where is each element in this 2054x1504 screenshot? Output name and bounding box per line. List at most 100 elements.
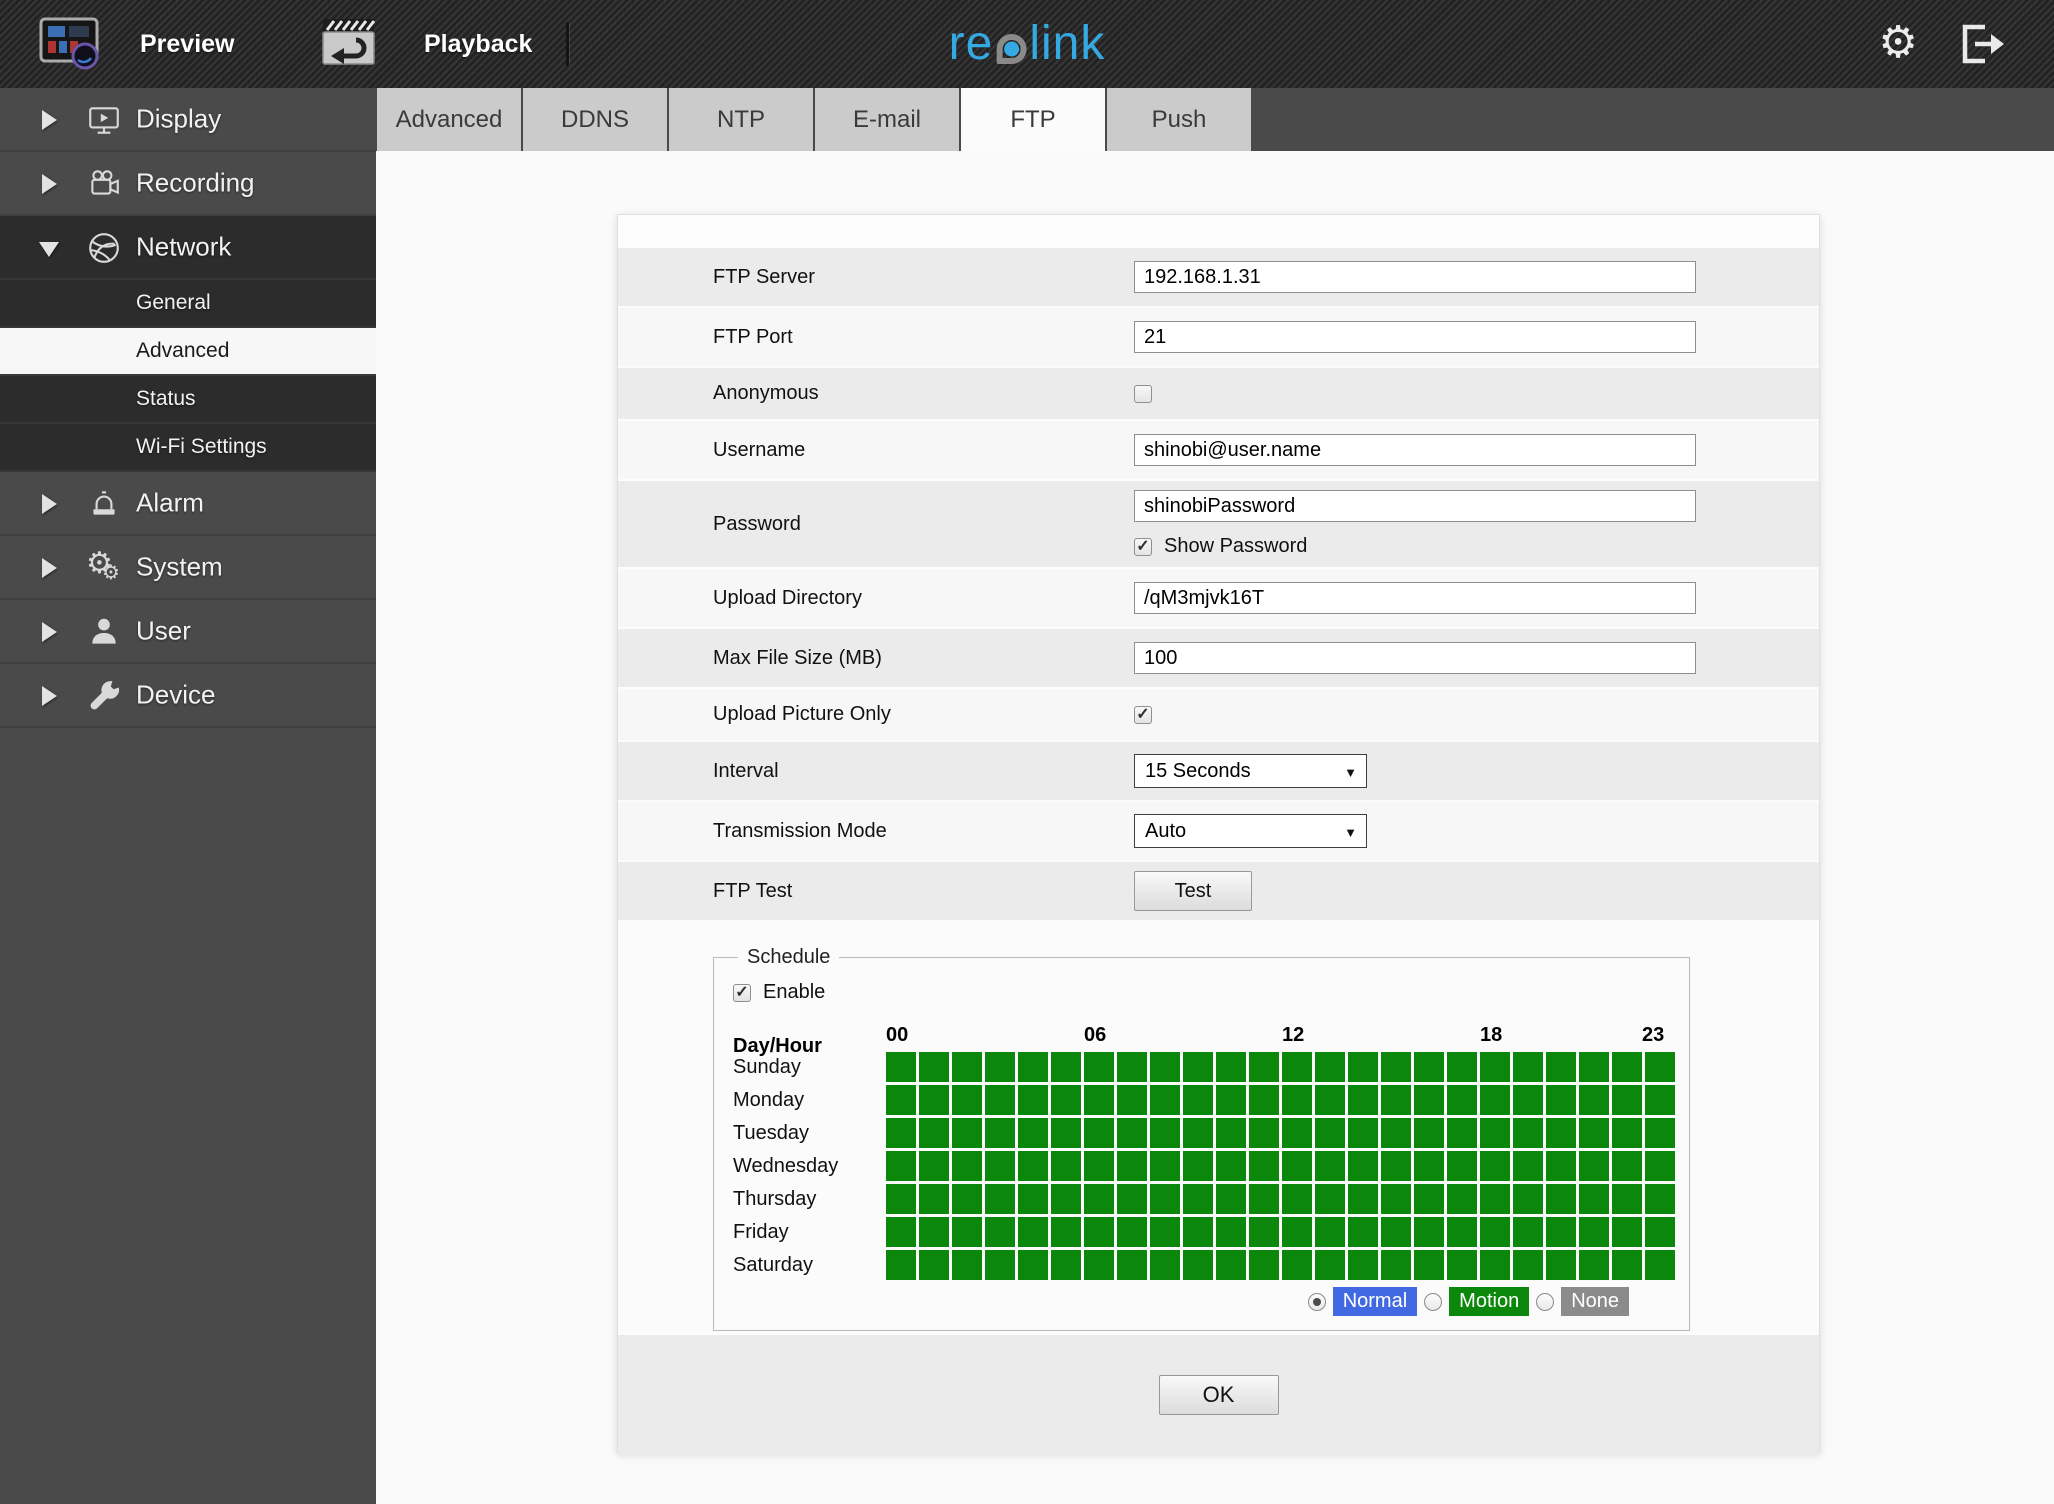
schedule-cell[interactable] [1513,1052,1543,1082]
schedule-cell[interactable] [919,1217,949,1247]
schedule-cell[interactable] [1513,1184,1543,1214]
schedule-cell[interactable] [1051,1118,1081,1148]
schedule-cell[interactable] [1117,1250,1147,1280]
schedule-cell[interactable] [1645,1085,1675,1115]
sidebar-item-system[interactable]: ⚙ ⚙ System [0,536,376,600]
schedule-cell[interactable] [1051,1085,1081,1115]
schedule-cell[interactable] [1579,1151,1609,1181]
schedule-cell[interactable] [1645,1217,1675,1247]
password-input[interactable] [1134,490,1696,522]
schedule-cell[interactable] [1216,1052,1246,1082]
schedule-cell[interactable] [1414,1085,1444,1115]
schedule-cell[interactable] [1348,1085,1378,1115]
schedule-cell[interactable] [1018,1085,1048,1115]
schedule-cell[interactable] [1414,1151,1444,1181]
schedule-cell[interactable] [1480,1151,1510,1181]
schedule-cell[interactable] [1414,1052,1444,1082]
schedule-cell[interactable] [1480,1085,1510,1115]
sidebar-subitem-advanced[interactable]: Advanced [0,328,376,376]
schedule-cell[interactable] [985,1052,1015,1082]
schedule-cell[interactable] [1249,1184,1279,1214]
schedule-cell[interactable] [1579,1250,1609,1280]
schedule-cell[interactable] [1414,1184,1444,1214]
schedule-cell[interactable] [1579,1184,1609,1214]
schedule-cell[interactable] [1513,1250,1543,1280]
tab-push[interactable]: Push [1107,88,1251,151]
schedule-cell[interactable] [1117,1217,1147,1247]
schedule-cell[interactable] [1480,1184,1510,1214]
schedule-cell[interactable] [1546,1184,1576,1214]
schedule-cell[interactable] [1612,1118,1642,1148]
schedule-cell[interactable] [1612,1184,1642,1214]
schedule-cell[interactable] [952,1217,982,1247]
sidebar-item-network[interactable]: Network [0,216,376,280]
schedule-cell[interactable] [1546,1118,1576,1148]
schedule-cell[interactable] [1348,1052,1378,1082]
schedule-cell[interactable] [1645,1052,1675,1082]
sidebar-subitem-wifi-settings[interactable]: Wi-Fi Settings [0,424,376,472]
schedule-cell[interactable] [1513,1151,1543,1181]
schedule-cell[interactable] [952,1184,982,1214]
schedule-cell[interactable] [1249,1217,1279,1247]
schedule-cell[interactable] [952,1052,982,1082]
schedule-cell[interactable] [886,1250,916,1280]
schedule-cell[interactable] [1645,1151,1675,1181]
schedule-cell[interactable] [1018,1118,1048,1148]
schedule-cell[interactable] [1579,1085,1609,1115]
schedule-cell[interactable] [1546,1250,1576,1280]
tab-ddns[interactable]: DDNS [523,88,667,151]
schedule-cell[interactable] [1579,1217,1609,1247]
schedule-cell[interactable] [1249,1052,1279,1082]
schedule-cell[interactable] [1381,1151,1411,1181]
schedule-cell[interactable] [1117,1052,1147,1082]
schedule-cell[interactable] [1579,1052,1609,1082]
logout-icon[interactable] [1958,22,2006,71]
schedule-cell[interactable] [1579,1118,1609,1148]
schedule-cell[interactable] [1084,1250,1114,1280]
schedule-cell[interactable] [1414,1217,1444,1247]
none-mode-chip[interactable]: None [1561,1287,1629,1316]
schedule-cell[interactable] [1150,1250,1180,1280]
schedule-cell[interactable] [1282,1217,1312,1247]
schedule-cell[interactable] [1249,1118,1279,1148]
schedule-cell[interactable] [1348,1118,1378,1148]
schedule-cell[interactable] [1150,1184,1180,1214]
schedule-cell[interactable] [1051,1217,1081,1247]
schedule-cell[interactable] [1381,1085,1411,1115]
schedule-cell[interactable] [1216,1217,1246,1247]
max-file-size-input[interactable] [1134,642,1696,674]
schedule-cell[interactable] [1315,1217,1345,1247]
schedule-cell[interactable] [1447,1184,1477,1214]
schedule-cell[interactable] [1315,1085,1345,1115]
schedule-cell[interactable] [1513,1118,1543,1148]
schedule-cell[interactable] [1480,1217,1510,1247]
schedule-cell[interactable] [985,1085,1015,1115]
motion-mode-chip[interactable]: Motion [1449,1287,1530,1316]
schedule-cell[interactable] [1084,1151,1114,1181]
schedule-cell[interactable] [1447,1118,1477,1148]
schedule-cell[interactable] [985,1184,1015,1214]
ftp-server-input[interactable] [1134,261,1696,293]
schedule-cell[interactable] [1216,1085,1246,1115]
upload-directory-input[interactable] [1134,582,1696,614]
sidebar-item-alarm[interactable]: Alarm [0,472,376,536]
schedule-cell[interactable] [1645,1184,1675,1214]
schedule-cell[interactable] [886,1118,916,1148]
schedule-cell[interactable] [985,1250,1015,1280]
schedule-cell[interactable] [1150,1052,1180,1082]
schedule-cell[interactable] [886,1085,916,1115]
schedule-cell[interactable] [1546,1151,1576,1181]
sidebar-item-recording[interactable]: Recording [0,152,376,216]
schedule-cell[interactable] [1612,1250,1642,1280]
schedule-cell[interactable] [1612,1085,1642,1115]
schedule-cell[interactable] [1183,1052,1213,1082]
schedule-cell[interactable] [952,1250,982,1280]
schedule-cell[interactable] [1282,1184,1312,1214]
tab-advanced[interactable]: Advanced [377,88,521,151]
schedule-cell[interactable] [1183,1085,1213,1115]
schedule-cell[interactable] [1645,1118,1675,1148]
sidebar-subitem-status[interactable]: Status [0,376,376,424]
schedule-cell[interactable] [1051,1052,1081,1082]
schedule-enable-checkbox[interactable] [733,983,751,1002]
schedule-cell[interactable] [1150,1118,1180,1148]
